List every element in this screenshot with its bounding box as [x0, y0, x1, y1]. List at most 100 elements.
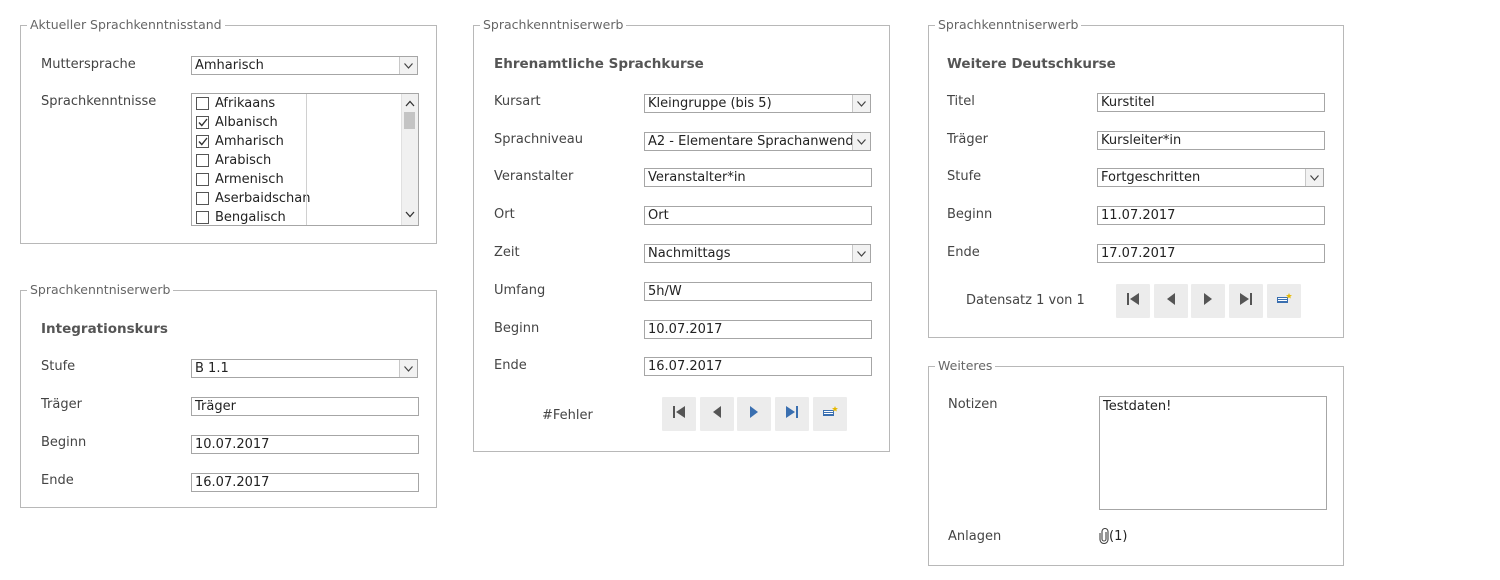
previous-record-icon [1165, 292, 1177, 310]
first-record-icon [1126, 292, 1140, 310]
notizen-label: Notizen [948, 397, 998, 412]
chevron-down-icon[interactable] [852, 245, 870, 262]
attachment-count: (1) [1109, 528, 1128, 544]
chevron-down-icon[interactable] [399, 360, 417, 377]
paperclip-icon [1099, 528, 1109, 544]
record-status: Datensatz 1 von 1 [966, 293, 1085, 308]
list-item[interactable]: Amharisch [196, 132, 284, 151]
next-record-button[interactable] [737, 397, 771, 431]
stufe-label: Stufe [947, 169, 982, 184]
list-item[interactable]: Armenisch [196, 170, 284, 189]
vertical-scrollbar[interactable] [401, 94, 418, 225]
section-heading: Integrationskurs [41, 321, 168, 337]
ende-input[interactable]: 16.07.2017 [644, 357, 872, 376]
chevron-down-icon[interactable] [1305, 169, 1323, 186]
group-legend: Aktueller Sprachkenntnisstand [27, 17, 225, 32]
chevron-down-icon[interactable] [399, 57, 417, 74]
beginn-label: Beginn [41, 435, 87, 450]
next-record-icon [748, 405, 760, 423]
list-divider [306, 94, 307, 225]
checkbox[interactable] [196, 97, 209, 110]
last-record-icon [785, 405, 799, 423]
new-record-icon [1276, 292, 1292, 310]
first-record-button[interactable] [1116, 284, 1150, 318]
section-heading: Weitere Deutschkurse [947, 56, 1116, 72]
beginn-input[interactable]: 10.07.2017 [644, 320, 872, 339]
sprachkenntnisse-label: Sprachkenntnisse [41, 94, 157, 109]
checkbox-checked[interactable] [196, 116, 209, 129]
integration-course-group: Sprachkenntniserwerb Integrationskurs St… [20, 282, 437, 508]
ende-input[interactable]: 16.07.2017 [191, 473, 419, 492]
scroll-down-icon[interactable] [405, 207, 415, 222]
checkbox[interactable] [196, 192, 209, 205]
misc-group: Weiteres Notizen Testdaten! Anlagen (1) [928, 358, 1344, 566]
languages-listbox[interactable]: Afrikaans Albanisch Amharisch Arabisch A… [191, 93, 419, 226]
stufe-combobox[interactable]: B 1.1 [191, 359, 418, 378]
umfang-input[interactable]: 5h/W [644, 282, 872, 301]
ende-label: Ende [947, 245, 980, 260]
ende-label: Ende [41, 473, 74, 488]
traeger-label: Träger [947, 132, 988, 147]
beginn-input[interactable]: 11.07.2017 [1097, 206, 1325, 225]
veranstalter-input[interactable]: Veranstalter*in [644, 168, 872, 187]
record-status: #Fehler [542, 408, 593, 423]
beginn-label: Beginn [494, 321, 540, 336]
ende-label: Ende [494, 358, 527, 373]
list-item[interactable]: Afrikaans [196, 94, 275, 113]
checkbox-checked[interactable] [196, 135, 209, 148]
volunteer-course-group: Sprachkenntniserwerb Ehrenamtliche Sprac… [473, 17, 890, 452]
zeit-combobox[interactable]: Nachmittags [644, 244, 871, 263]
first-record-button[interactable] [662, 397, 696, 431]
stufe-combobox[interactable]: Fortgeschritten [1097, 168, 1324, 187]
chevron-down-icon[interactable] [852, 95, 870, 112]
umfang-label: Umfang [494, 283, 546, 298]
zeit-label: Zeit [494, 245, 520, 260]
last-record-button[interactable] [775, 397, 809, 431]
list-item[interactable]: Albanisch [196, 113, 278, 132]
previous-record-button[interactable] [1154, 284, 1188, 318]
chevron-down-icon[interactable] [852, 133, 870, 150]
last-record-button[interactable] [1229, 284, 1263, 318]
titel-input[interactable]: Kurstitel [1097, 93, 1325, 112]
scroll-thumb[interactable] [404, 112, 415, 129]
scroll-up-icon[interactable] [405, 96, 415, 111]
ort-input[interactable]: Ort [644, 206, 872, 225]
german-course-group: Sprachkenntniserwerb Weitere Deutschkurs… [928, 17, 1344, 338]
group-legend: Sprachkenntniserwerb [935, 17, 1082, 32]
sprachniveau-combobox[interactable]: A2 - Elementare Sprachanwendung [644, 132, 871, 151]
new-record-icon [822, 405, 838, 423]
previous-record-icon [711, 405, 723, 423]
traeger-input[interactable]: Kursleiter*in [1097, 131, 1325, 150]
new-record-button[interactable] [813, 397, 847, 431]
list-item[interactable]: Arabisch [196, 151, 271, 170]
sprachniveau-label: Sprachniveau [494, 132, 583, 147]
muttersprache-combobox[interactable]: Amharisch [191, 56, 418, 75]
notizen-textarea[interactable]: Testdaten! [1099, 396, 1327, 510]
muttersprache-label: Muttersprache [41, 57, 136, 72]
checkbox[interactable] [196, 173, 209, 186]
group-legend: Sprachkenntniserwerb [480, 17, 627, 32]
kursart-label: Kursart [494, 94, 541, 109]
list-item[interactable]: Bengalisch [196, 208, 286, 225]
group-legend: Weiteres [935, 358, 996, 373]
attachment-field[interactable]: (1) [1099, 528, 1127, 544]
muttersprache-value: Amharisch [195, 58, 264, 73]
ende-input[interactable]: 17.07.2017 [1097, 244, 1325, 263]
titel-label: Titel [947, 94, 975, 109]
checkbox[interactable] [196, 154, 209, 167]
first-record-icon [672, 405, 686, 423]
new-record-button[interactable] [1267, 284, 1301, 318]
checkbox[interactable] [196, 211, 209, 224]
section-heading: Ehrenamtliche Sprachkurse [494, 56, 704, 72]
traeger-input[interactable]: Träger [191, 397, 419, 416]
kursart-combobox[interactable]: Kleingruppe (bis 5) [644, 94, 871, 113]
list-item[interactable]: Aserbaidschan [196, 189, 310, 208]
previous-record-button[interactable] [700, 397, 734, 431]
stufe-label: Stufe [41, 359, 76, 374]
beginn-input[interactable]: 10.07.2017 [191, 435, 419, 454]
traeger-label: Träger [41, 397, 82, 412]
next-record-button[interactable] [1191, 284, 1225, 318]
last-record-icon [1239, 292, 1253, 310]
next-record-icon [1202, 292, 1214, 310]
anlagen-label: Anlagen [948, 529, 1002, 544]
